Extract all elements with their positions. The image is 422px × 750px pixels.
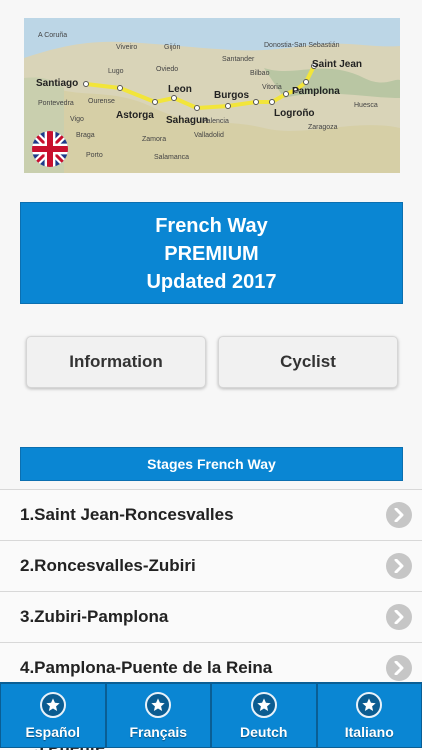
- map-label-saint-jean: Saint Jean: [312, 59, 363, 70]
- tab-label: Español: [25, 724, 80, 740]
- premium-label: PREMIUM: [164, 243, 259, 265]
- map-label-lugo: Lugo: [108, 68, 124, 75]
- map-label-leon: Leon: [168, 84, 192, 95]
- map-label-braga: Braga: [76, 132, 95, 139]
- map-label-porto: Porto: [86, 152, 103, 159]
- map-label-pontevedra: Pontevedra: [38, 100, 74, 107]
- premium-updated: Updated 2017: [146, 271, 277, 293]
- map-label-palencia: Palencia: [202, 118, 229, 125]
- tab-deutch[interactable]: Deutch: [211, 682, 317, 748]
- map-label-santiago: Santiago: [36, 78, 79, 89]
- star-icon: [356, 692, 383, 718]
- uk-flag-icon[interactable]: [32, 131, 68, 167]
- map-label-logrono: Logroño: [274, 108, 315, 119]
- stage-row[interactable]: 1.Saint Jean-Roncesvalles: [0, 489, 422, 540]
- route-map: Santiago Leon Burgos Sahagun Astorga Log…: [24, 18, 400, 173]
- chevron-right-icon: [386, 604, 412, 630]
- tab-label: Français: [129, 724, 188, 740]
- tab-espanol[interactable]: Español: [0, 682, 106, 748]
- map-label-bilbao: Bilbao: [250, 70, 270, 77]
- map-label-oviedo: Oviedo: [156, 66, 179, 73]
- tab-francais[interactable]: Français: [105, 682, 211, 748]
- chevron-right-icon: [386, 655, 412, 681]
- map-label-salamanca: Salamanca: [154, 154, 190, 161]
- map-label-pamplona: Pamplona: [292, 86, 340, 97]
- map-label-santander: Santander: [222, 56, 255, 63]
- tab-label: Deutch: [240, 724, 288, 740]
- map-label-donostia: Donostia-San Sebastián: [264, 42, 340, 49]
- star-icon: [250, 692, 277, 718]
- stage-label: 2.Roncesvalles-Zubiri: [20, 556, 196, 575]
- map-label-valladolid: Valladolid: [194, 132, 224, 139]
- map-label-acoruna: A Coruña: [38, 32, 68, 39]
- map-label-zaragoza: Zaragoza: [308, 124, 338, 131]
- map-label-zamora: Zamora: [142, 136, 167, 143]
- chevron-right-icon: [386, 553, 412, 579]
- language-tab-bar: Español Français Deutch Italiano: [0, 682, 422, 748]
- stage-row[interactable]: 3.Zubiri-Pamplona: [0, 591, 422, 642]
- map-label-astorga: Astorga: [116, 110, 154, 121]
- stage-label: 4.Pamplona-Puente de la Reina: [20, 658, 273, 677]
- stage-row[interactable]: 2.Roncesvalles-Zubiri: [0, 540, 422, 591]
- map-label-ourense: Ourense: [88, 98, 115, 105]
- map-label-viveiro: Viveiro: [116, 44, 138, 51]
- information-button[interactable]: Information: [26, 336, 206, 388]
- premium-banner[interactable]: French Way PREMIUM Updated 2017: [20, 202, 403, 304]
- cyclist-button[interactable]: Cyclist: [218, 336, 398, 388]
- star-icon: [145, 692, 172, 718]
- map-label-huesca: Huesca: [354, 102, 378, 109]
- stages-header: Stages French Way: [20, 447, 403, 481]
- tab-italiano[interactable]: Italiano: [316, 682, 422, 748]
- map-label-vigo: Vigo: [70, 116, 84, 123]
- stage-label: 3.Zubiri-Pamplona: [20, 607, 169, 626]
- premium-title: French Way: [155, 215, 268, 237]
- chevron-right-icon: [386, 502, 412, 528]
- map-label-burgos: Burgos: [214, 90, 249, 101]
- star-icon: [39, 692, 66, 718]
- stages-list: 1.Saint Jean-Roncesvalles 2.Roncesvalles…: [0, 489, 422, 693]
- map-label-gijon: Gijón: [164, 44, 181, 51]
- map-graphic: [24, 18, 400, 173]
- stage-label: 1.Saint Jean-Roncesvalles: [20, 505, 234, 524]
- tab-label: Italiano: [344, 724, 394, 740]
- map-label-vitoria: Vitoria: [262, 84, 282, 91]
